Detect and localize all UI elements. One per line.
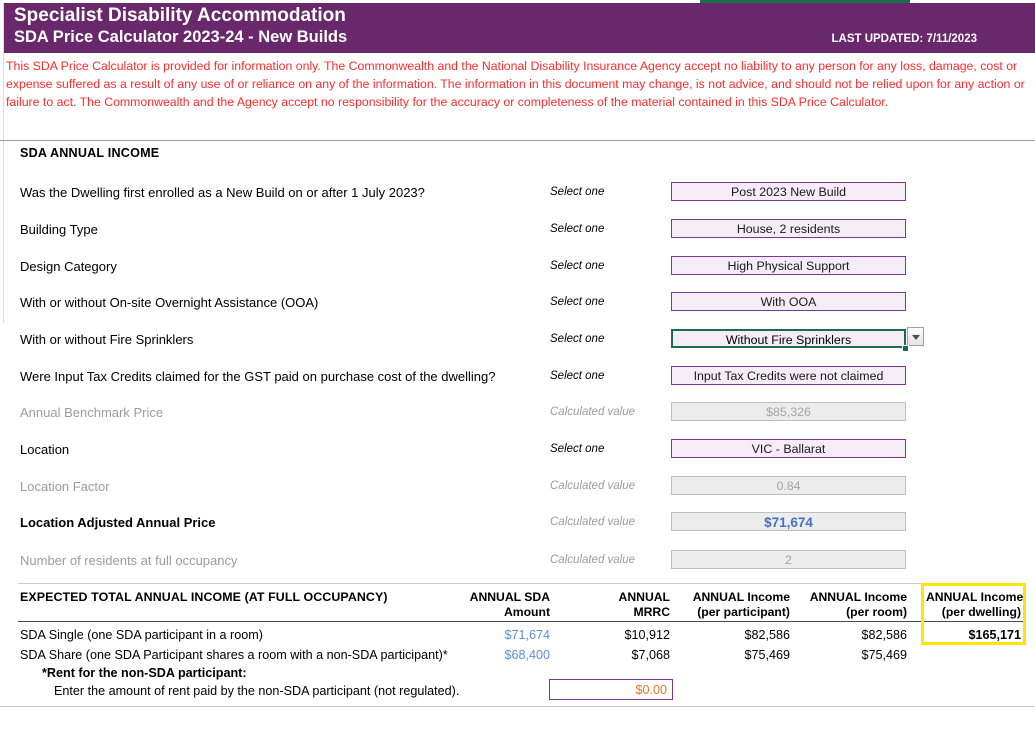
page-header-banner: Specialist Disability Accommodation SDA … [4, 3, 1035, 53]
form-row-input-tax-credits: Were Input Tax Credits claimed for the G… [0, 366, 1035, 388]
column-header-annual-sda-amount: ANNUAL SDA Amount [469, 590, 550, 619]
column-header-annual-mrrc: ANNUAL MRRC [618, 590, 670, 619]
cell-sda-share-annual-mrrc: $7,068 [631, 648, 670, 662]
row-label: Building Type [20, 222, 98, 237]
bottom-divider [0, 706, 1035, 707]
dropdown-new-build-enrolment[interactable]: Post 2023 New Build [671, 182, 906, 201]
row-label: Was the Dwelling first enrolled as a New… [20, 185, 425, 200]
cell-sda-single-annual-sda-amount: $71,674 [504, 628, 550, 642]
page-title: Specialist Disability Accommodation [14, 5, 346, 26]
form-row-residents-full-occupancy: Number of residents at full occupancy Ca… [0, 550, 1035, 572]
cell-sda-single-income-per-room: $82,586 [861, 628, 907, 642]
last-updated-label: LAST UPDATED: 7/11/2023 [831, 33, 977, 45]
dropdown-fire-sprinklers[interactable]: Without Fire Sprinklers [671, 329, 906, 348]
cell-sda-single-annual-mrrc: $10,912 [624, 628, 670, 642]
table-row-label-sda-share: SDA Share (one SDA Participant shares a … [20, 648, 448, 662]
row-hint: Select one [550, 296, 605, 308]
row-hint: Calculated value [550, 554, 636, 566]
row-hint: Select one [550, 186, 605, 198]
row-hint: Calculated value [550, 406, 636, 418]
table-row-label-sda-single: SDA Single (one SDA participant in a roo… [20, 628, 263, 642]
column-header-annual-income-per-room: ANNUAL Income (per room) [809, 590, 907, 619]
row-label: Design Category [20, 259, 117, 274]
cell-fill-handle[interactable] [902, 345, 909, 352]
row-label: Annual Benchmark Price [20, 405, 164, 420]
row-label: Location Adjusted Annual Price [20, 515, 216, 530]
table-title-expected-total-annual-income: EXPECTED TOTAL ANNUAL INCOME (AT FULL OC… [20, 590, 388, 604]
form-row-new-build-enrolment: Was the Dwelling first enrolled as a New… [0, 182, 1035, 204]
row-hint: Select one [550, 443, 605, 455]
value-location-factor: 0.84 [671, 476, 906, 495]
disclaimer-text: This SDA Price Calculator is provided fo… [6, 59, 1025, 109]
highlight-box-annual-income-per-dwelling [921, 583, 1026, 645]
row-hint: Select one [550, 223, 605, 235]
table-header-divider [18, 621, 1026, 623]
cell-sda-share-income-per-participant: $75,469 [744, 648, 790, 662]
form-row-ooa: With or without On-site Overnight Assist… [0, 292, 1035, 314]
form-row-annual-benchmark-price: Annual Benchmark Price Calculated value … [0, 402, 1035, 424]
row-hint: Calculated value [550, 516, 636, 528]
dropdown-design-category[interactable]: High Physical Support [671, 256, 906, 275]
dropdown-arrow-button-fire-sprinklers[interactable] [907, 327, 924, 346]
disclaimer-divider [0, 140, 1035, 141]
page-subtitle: SDA Price Calculator 2023-24 - New Build… [14, 28, 348, 46]
form-row-design-category: Design Category Select one High Physical… [0, 256, 1035, 278]
rent-note-heading: *Rent for the non-SDA participant: [42, 666, 247, 680]
row-hint: Select one [550, 370, 605, 382]
row-label: Number of residents at full occupancy [20, 553, 238, 568]
row-hint: Calculated value [550, 480, 636, 492]
value-annual-benchmark-price: $85,326 [671, 402, 906, 421]
dropdown-input-tax-credits[interactable]: Input Tax Credits were not claimed [671, 366, 906, 385]
row-label: Were Input Tax Credits claimed for the G… [20, 369, 496, 384]
column-header-annual-income-per-participant: ANNUAL Income (per participant) [692, 590, 790, 619]
form-row-fire-sprinklers: With or without Fire Sprinklers Select o… [0, 329, 1035, 351]
dropdown-onsite-overnight-assistance[interactable]: With OOA [671, 292, 906, 311]
dropdown-building-type[interactable]: House, 2 residents [671, 219, 906, 238]
row-label: Location Factor [20, 479, 110, 494]
row-hint: Select one [550, 333, 605, 345]
row-hint: Select one [550, 260, 605, 272]
cell-sda-share-income-per-room: $75,469 [861, 648, 907, 662]
chevron-down-icon [912, 335, 920, 340]
form-row-location: Location Select one VIC - Ballarat [0, 439, 1035, 461]
cell-sda-share-annual-sda-amount: $68,400 [504, 648, 550, 662]
rent-note-description: Enter the amount of rent paid by the non… [54, 684, 460, 698]
dropdown-location[interactable]: VIC - Ballarat [671, 439, 906, 458]
section-heading-sda-annual-income: SDA ANNUAL INCOME [20, 146, 160, 160]
table-top-border [18, 583, 1026, 584]
row-label: With or without Fire Sprinklers [20, 332, 194, 347]
form-row-location-adjusted-annual-price: Location Adjusted Annual Price Calculate… [0, 512, 1035, 534]
rent-amount-input[interactable]: $0.00 [549, 679, 673, 700]
value-number-of-residents: 2 [671, 550, 906, 569]
row-label: With or without On-site Overnight Assist… [20, 295, 319, 310]
row-label: Location [20, 442, 70, 457]
form-row-location-factor: Location Factor Calculated value 0.84 [0, 476, 1035, 498]
value-location-adjusted-annual-price: $71,674 [671, 512, 906, 531]
cell-sda-single-income-per-participant: $82,586 [744, 628, 790, 642]
form-row-building-type: Building Type Select one House, 2 reside… [0, 219, 1035, 241]
